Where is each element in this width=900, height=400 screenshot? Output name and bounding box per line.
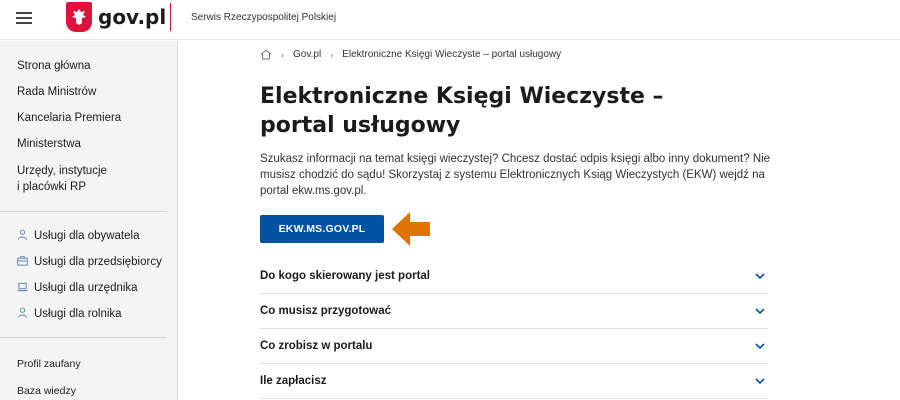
accordion-item-costs[interactable]: Ile zapłacisz <box>260 365 768 399</box>
person-icon <box>17 229 28 240</box>
sidebar-item-label: Usługi dla obywatela <box>34 230 140 242</box>
breadcrumb: › Gov.pl › Elektroniczne Księgi Wieczyst… <box>260 49 561 60</box>
sidebar-item-citizen-services[interactable]: Usługi dla obywatela <box>17 228 139 244</box>
sidebar-item-label: i placówki RP <box>17 181 87 193</box>
chevron-down-icon <box>755 343 765 350</box>
eagle-emblem-icon[interactable] <box>66 2 92 32</box>
sidebar-item-label: Usługi dla przedsiębiorcy <box>34 256 162 268</box>
sidebar-item-farmer-services[interactable]: Usługi dla rolnika <box>17 306 122 322</box>
page-title: Elektroniczne Księgi Wieczyste – portal … <box>260 84 664 138</box>
accordion-item-target-audience[interactable]: Do kogo skierowany jest portal <box>260 260 768 294</box>
intro-text: Szukasz informacji na temat księgi wiecz… <box>260 153 771 197</box>
left-arrow-icon <box>392 212 430 246</box>
chevron-down-icon <box>755 378 765 385</box>
chevron-down-icon <box>755 273 765 280</box>
sidebar-item-knowledge-base[interactable]: Baza wiedzy <box>17 383 76 399</box>
breadcrumb-separator: › <box>281 49 284 60</box>
sidebar-item-trusted-profile[interactable]: Profil zaufany <box>17 356 81 372</box>
sidebar-item-council[interactable]: Rada Ministrów <box>17 84 96 100</box>
sidebar-item-label: Urzędy, instytucje <box>17 165 107 177</box>
chevron-down-icon <box>755 308 765 315</box>
person-icon <box>17 307 28 318</box>
accordion-item-preparation[interactable]: Co musisz przygotować <box>260 295 768 329</box>
sidebar-divider <box>0 211 166 212</box>
laptop-icon <box>17 282 28 292</box>
logo-divider <box>170 3 171 31</box>
sidebar-item-label: Usługi dla rolnika <box>34 308 122 320</box>
service-name: Serwis Rzeczypospolitej Polskiej <box>191 12 337 23</box>
sidebar-item-business-services[interactable]: Usługi dla przedsiębiorcy <box>17 254 162 270</box>
menu-icon[interactable] <box>16 12 32 24</box>
accordion-label: Ile zapłacisz <box>260 375 327 387</box>
breadcrumb-item-govpl[interactable]: Gov.pl <box>293 49 321 60</box>
site-logo[interactable]: gov.pl <box>98 5 166 29</box>
sidebar-divider <box>0 337 166 338</box>
breadcrumb-separator: › <box>330 49 334 60</box>
sidebar-item-home[interactable]: Strona główna <box>17 58 91 74</box>
accordion-item-portal-actions[interactable]: Co zrobisz w portalu <box>260 330 768 364</box>
home-icon[interactable] <box>260 49 272 60</box>
sidebar-item-label: Usługi dla urzędnika <box>34 282 138 294</box>
accordion-label: Co zrobisz w portalu <box>260 340 373 352</box>
breadcrumb-item-current: Elektroniczne Księgi Wieczyste – portal … <box>342 49 562 60</box>
sidebar-item-official-services[interactable]: Usługi dla urzędnika <box>17 280 138 296</box>
ekw-portal-button[interactable]: EKW.MS.GOV.PL <box>260 215 384 243</box>
top-header: gov.pl Serwis Rzeczypospolitej Polskiej <box>0 0 900 40</box>
accordion-label: Do kogo skierowany jest portal <box>260 270 430 282</box>
sidebar: Strona główna Rada Ministrów Kancelaria … <box>0 41 178 400</box>
sidebar-item-ministries[interactable]: Ministerstwa <box>17 136 81 152</box>
briefcase-icon <box>17 256 28 266</box>
accordion-label: Co musisz przygotować <box>260 305 391 317</box>
sidebar-item-chancellery[interactable]: Kancelaria Premiera <box>17 110 121 126</box>
sidebar-item-offices[interactable]: Urzędy, instytucje i placówki RP <box>17 163 107 195</box>
